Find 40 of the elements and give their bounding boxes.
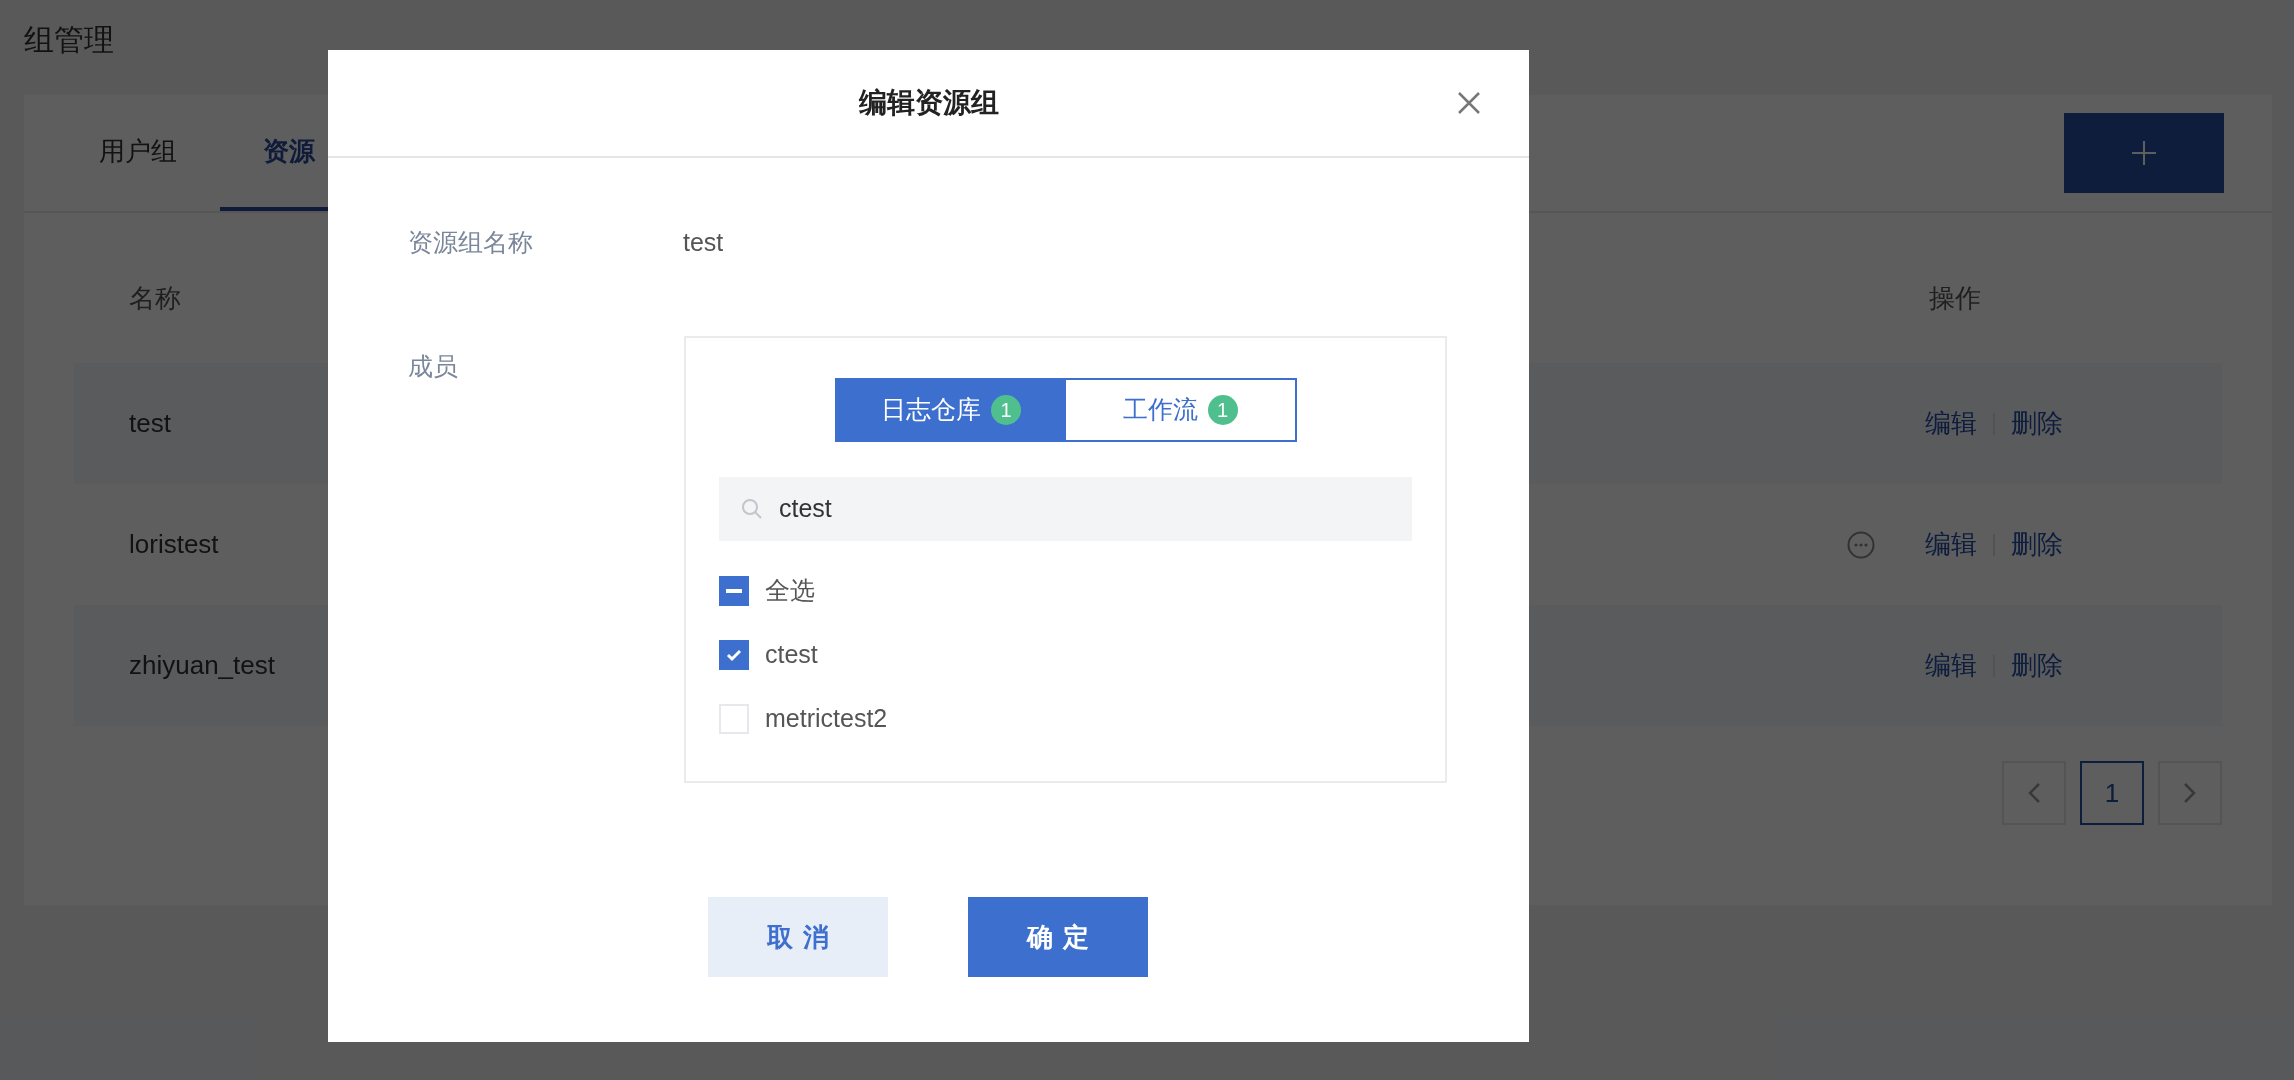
field-value: test [683, 227, 724, 259]
table-cell-text: test [128, 407, 171, 440]
field-label: 成员 [407, 351, 459, 382]
edit-link[interactable]: 编辑 [1925, 646, 1977, 685]
dash-icon [726, 589, 742, 593]
search-icon [741, 498, 763, 520]
next-page-button[interactable] [2158, 761, 2222, 825]
chevron-right-icon [2183, 782, 2197, 804]
column-header: 名称 [128, 281, 182, 315]
delete-link[interactable]: 删除 [2011, 525, 2063, 564]
chevron-left-icon [2027, 782, 2041, 804]
tab[interactable]: 用户组 [56, 95, 220, 211]
more-icon[interactable] [1847, 530, 1875, 559]
delete-link[interactable]: 删除 [2011, 646, 2063, 685]
segment-tab[interactable]: 日志仓库 1 [836, 380, 1066, 440]
field-label: 资源组名称 [407, 227, 534, 259]
checkbox[interactable] [719, 576, 749, 606]
previous-page-button[interactable] [2002, 761, 2066, 825]
checkbox-label: metrictest2 [765, 703, 888, 735]
edit-link[interactable]: 编辑 [1925, 404, 1977, 443]
table-cell-text: loristest [128, 528, 219, 561]
search-field[interactable]: ctest [719, 477, 1412, 541]
table-cell-text: zhiyuan_test [128, 649, 275, 682]
checkbox[interactable] [719, 640, 749, 670]
page-title: 组管理 [24, 22, 115, 58]
search-input[interactable]: ctest [779, 490, 1390, 528]
confirm-button[interactable]: 确定 [968, 897, 1148, 977]
cancel-button[interactable]: 取消 [708, 897, 888, 977]
plus-icon [2131, 140, 2157, 166]
edit-link[interactable]: 编辑 [1925, 525, 1977, 564]
delete-link[interactable]: 删除 [2011, 404, 2063, 443]
checkbox-label: ctest [765, 639, 818, 671]
checkbox[interactable] [719, 704, 749, 734]
close-icon [1457, 91, 1481, 115]
count-badge: 1 [991, 395, 1021, 425]
column-header: 操作 [1929, 281, 1981, 315]
page-button[interactable]: 1 [2080, 761, 2144, 825]
checkbox-label: 全选 [765, 575, 815, 607]
count-badge: 1 [1207, 395, 1238, 425]
dialog-title: 编辑资源组 [858, 86, 999, 120]
